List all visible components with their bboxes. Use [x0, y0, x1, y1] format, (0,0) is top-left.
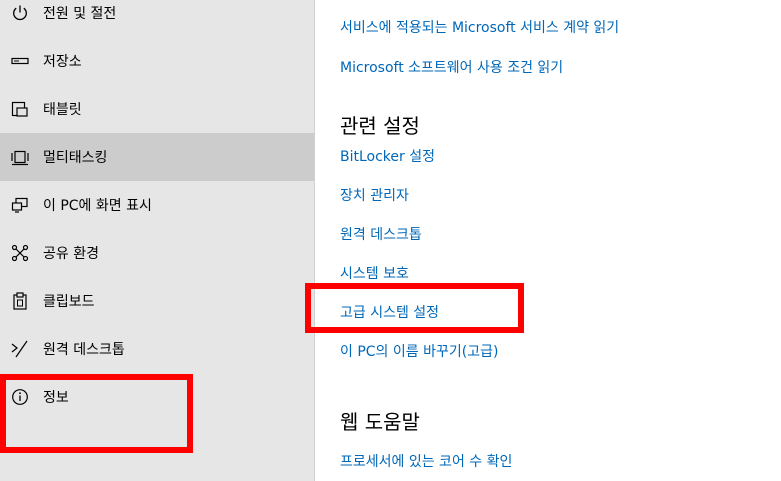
sidebar-item-label: 멀티태스킹 — [43, 150, 108, 166]
system-protection-link[interactable]: 시스템 보호 — [340, 263, 409, 283]
settings-sidebar: 전원 및 절전 저장소 태블릿 멀티태스킹 이 PC에 화면 표시 공유 환경 — [0, 0, 314, 481]
bitlocker-settings-link[interactable]: BitLocker 설정 — [340, 146, 435, 166]
service-agreement-link[interactable]: 서비스에 적용되는 Microsoft 서비스 계약 읽기 — [340, 17, 619, 37]
about-content-pane: 서비스에 적용되는 Microsoft 서비스 계약 읽기 Microsoft … — [315, 0, 781, 481]
sidebar-item-label: 전원 및 절전 — [43, 6, 117, 22]
remote-desktop-link[interactable]: 원격 데스크톱 — [340, 224, 422, 244]
device-manager-link[interactable]: 장치 관리자 — [340, 185, 409, 205]
multitasking-icon — [11, 148, 29, 166]
sidebar-item-tablet[interactable]: 태블릿 — [0, 85, 314, 133]
sidebar-item-storage[interactable]: 저장소 — [0, 37, 314, 85]
power-icon — [11, 4, 29, 22]
web-help-heading: 웹 도움말 — [340, 410, 420, 434]
advanced-system-settings-link[interactable]: 고급 시스템 설정 — [340, 302, 439, 322]
related-settings-heading: 관련 설정 — [340, 114, 420, 138]
tablet-icon — [11, 100, 29, 118]
sidebar-item-label: 공유 환경 — [43, 246, 99, 262]
sidebar-item-project-to-pc[interactable]: 이 PC에 화면 표시 — [0, 181, 314, 229]
sidebar-item-power-sleep[interactable]: 전원 및 절전 — [0, 0, 314, 37]
sidebar-item-multitasking[interactable]: 멀티태스킹 — [0, 133, 314, 181]
sidebar-item-remote-desktop[interactable]: 원격 데스크톱 — [0, 325, 314, 373]
sidebar-item-shared-experiences[interactable]: 공유 환경 — [0, 229, 314, 277]
remote-desktop-icon — [11, 340, 29, 358]
processor-cores-link[interactable]: 프로세서에 있는 코어 수 확인 — [340, 451, 512, 471]
clipboard-icon — [11, 292, 29, 310]
shared-experiences-icon — [11, 244, 29, 262]
sidebar-item-about[interactable]: 정보 — [0, 373, 314, 421]
sidebar-item-label: 저장소 — [43, 54, 82, 70]
project-to-pc-icon — [11, 196, 29, 214]
sidebar-item-label: 태블릿 — [43, 102, 82, 118]
rename-pc-advanced-link[interactable]: 이 PC의 이름 바꾸기(고급) — [340, 341, 498, 361]
info-icon — [11, 388, 29, 406]
sidebar-item-clipboard[interactable]: 클립보드 — [0, 277, 314, 325]
storage-drive-icon — [11, 52, 29, 70]
sidebar-item-label: 이 PC에 화면 표시 — [43, 198, 152, 214]
sidebar-item-label: 정보 — [43, 390, 69, 406]
sidebar-item-label: 원격 데스크톱 — [43, 342, 125, 358]
sidebar-item-label: 클립보드 — [43, 294, 95, 310]
software-license-link[interactable]: Microsoft 소프트웨어 사용 조건 읽기 — [340, 57, 563, 77]
